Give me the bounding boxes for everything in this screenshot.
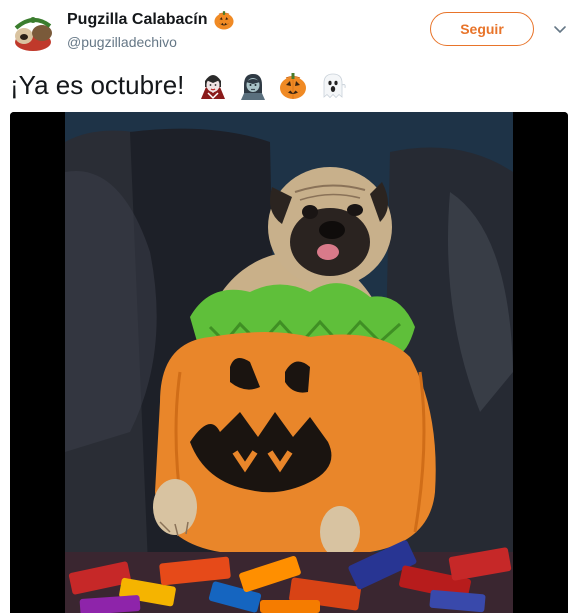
- tweet-card: Pugzilla Calabacín @pugzilladechivo Segu…: [0, 0, 577, 613]
- author-handle[interactable]: @pugzilladechivo: [67, 34, 177, 50]
- tweet-body: ¡Ya es octubre!: [10, 70, 185, 100]
- tweet-video[interactable]: [10, 112, 568, 613]
- vampire-woman-icon: [198, 71, 228, 101]
- jack-o-lantern-icon: [213, 9, 235, 31]
- follow-button[interactable]: Seguir: [430, 12, 534, 46]
- author-name-row[interactable]: Pugzilla Calabacín: [67, 9, 235, 31]
- tweet-text: ¡Ya es octubre!: [10, 70, 348, 101]
- author-display-name[interactable]: Pugzilla Calabacín: [67, 11, 207, 29]
- zombie-woman-icon: [238, 71, 268, 101]
- ghost-icon: [318, 71, 348, 101]
- avatar[interactable]: [10, 8, 56, 54]
- chevron-down-icon[interactable]: [550, 20, 570, 40]
- jack-o-lantern-icon: [278, 71, 308, 101]
